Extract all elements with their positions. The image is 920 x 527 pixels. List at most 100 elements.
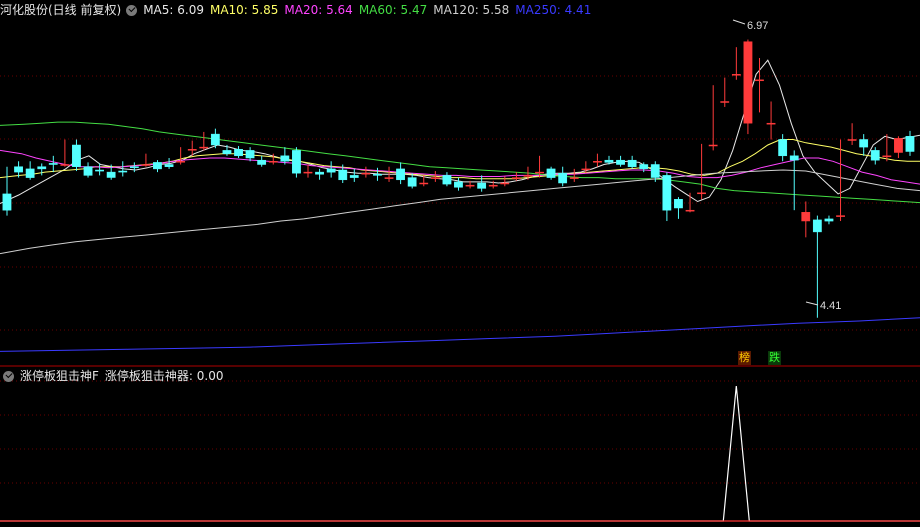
candle[interactable]	[442, 172, 452, 187]
candle[interactable]	[905, 130, 915, 156]
candle-body	[859, 139, 869, 148]
candle[interactable]	[326, 161, 336, 178]
candle[interactable]	[708, 85, 718, 151]
candle[interactable]	[361, 166, 371, 178]
candle-body	[824, 218, 834, 222]
candle-body	[477, 182, 487, 189]
candle[interactable]	[870, 147, 880, 165]
candle[interactable]	[546, 166, 556, 180]
candle-body	[836, 215, 845, 217]
candle[interactable]	[616, 155, 625, 167]
candle-body	[581, 168, 591, 171]
candle[interactable]	[454, 177, 463, 191]
candle[interactable]	[129, 162, 139, 173]
candle-body	[60, 164, 70, 166]
candle[interactable]	[2, 166, 12, 216]
candle-body	[650, 164, 660, 178]
candle[interactable]	[697, 143, 706, 200]
candle[interactable]	[789, 150, 799, 211]
candle[interactable]	[257, 155, 267, 167]
settings-dropdown-icon[interactable]	[126, 4, 138, 16]
candle-body	[419, 182, 429, 185]
candle[interactable]	[627, 155, 637, 169]
candle[interactable]	[847, 123, 857, 145]
candle-body	[731, 74, 741, 76]
candle[interactable]	[859, 134, 869, 156]
candle[interactable]	[153, 160, 162, 173]
candle[interactable]	[176, 147, 186, 165]
indicator-gridlines	[0, 380, 920, 484]
candle[interactable]	[373, 167, 382, 181]
candle-body	[558, 172, 568, 184]
candle-body	[349, 175, 359, 178]
candle[interactable]	[234, 146, 243, 159]
candle-body	[894, 138, 903, 153]
candle[interactable]	[766, 101, 776, 140]
candle-body	[639, 164, 649, 170]
candle-body	[199, 146, 209, 149]
indicator-name[interactable]: 涨停板狙击神F	[20, 367, 99, 385]
candle-body	[674, 199, 683, 209]
candle[interactable]	[894, 136, 903, 159]
candle-body	[789, 155, 799, 161]
candle-body	[882, 155, 892, 158]
candle-body	[164, 164, 174, 167]
price-gridlines	[0, 75, 920, 331]
candle[interactable]	[558, 166, 568, 187]
candle[interactable]	[511, 172, 521, 181]
indicator-header: 涨停板狙击神F 涨停板狙击神器: 0.00	[0, 367, 229, 385]
candle[interactable]	[882, 134, 892, 162]
candle[interactable]	[48, 155, 58, 173]
candle-body	[14, 166, 23, 173]
candle-body	[373, 174, 382, 176]
candle-body	[303, 171, 313, 174]
fall-badge[interactable]: 跌	[768, 351, 781, 365]
candle-body	[280, 155, 290, 162]
candle[interactable]	[349, 168, 359, 182]
candle[interactable]	[477, 175, 487, 192]
candle[interactable]	[720, 77, 730, 107]
candle-body	[755, 79, 764, 82]
candle[interactable]	[569, 168, 579, 182]
candle[interactable]	[593, 153, 602, 167]
candle-body	[118, 170, 128, 173]
candle[interactable]	[674, 197, 683, 219]
candle[interactable]	[743, 39, 753, 135]
candle[interactable]	[801, 201, 811, 238]
candle[interactable]	[315, 168, 324, 180]
candle-body	[2, 193, 12, 211]
indicator-settings-icon[interactable]	[3, 370, 14, 382]
candle[interactable]	[824, 215, 834, 225]
candle-body	[176, 161, 186, 163]
candle[interactable]	[778, 134, 788, 162]
candle[interactable]	[292, 147, 301, 178]
candle[interactable]	[396, 162, 405, 185]
candle-body	[95, 169, 104, 172]
candle[interactable]	[836, 139, 845, 222]
candle[interactable]	[662, 172, 672, 222]
candle[interactable]	[245, 147, 255, 162]
rank-badge[interactable]: 榜	[738, 351, 751, 365]
candle[interactable]	[199, 131, 209, 151]
candle[interactable]	[83, 162, 93, 178]
candle[interactable]	[141, 153, 151, 167]
candle[interactable]	[60, 139, 70, 167]
moving-average-lines	[0, 59, 920, 352]
candle[interactable]	[500, 176, 510, 187]
candle-body	[407, 177, 417, 187]
candle-body	[523, 175, 533, 177]
candle[interactable]	[303, 164, 313, 178]
candle[interactable]	[25, 161, 35, 180]
ma20-label: MA20: 5.64	[284, 3, 353, 17]
stock-title[interactable]: 河化股份(日线 前复权)	[0, 1, 121, 19]
candle[interactable]	[731, 47, 741, 80]
candle-body	[396, 168, 405, 181]
candle-body	[697, 192, 706, 195]
candle-body	[778, 139, 788, 157]
low-price-label: 4.41	[820, 300, 841, 312]
candle-body	[361, 172, 371, 175]
kline-chart[interactable]: 6.97 4.41	[0, 0, 920, 527]
candle[interactable]	[72, 139, 81, 172]
candle-body	[847, 139, 857, 141]
candle-body	[465, 184, 475, 187]
